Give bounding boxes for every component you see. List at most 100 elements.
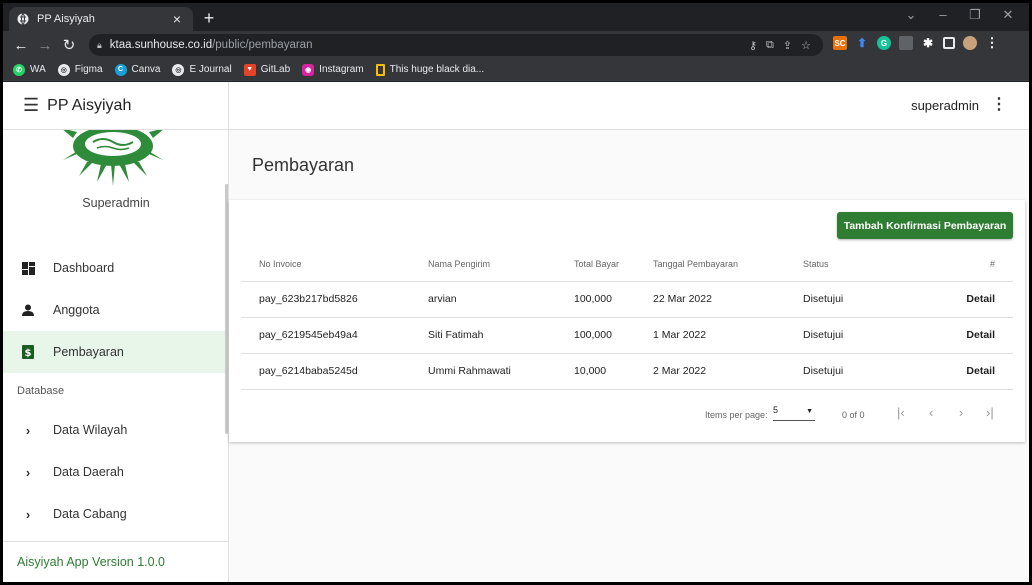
column-header[interactable]: Total Bayar	[574, 247, 653, 282]
key-icon[interactable]: ⚷	[749, 39, 757, 52]
app-header-left: ☰ PP Aisyiyah	[3, 82, 229, 130]
main-content: Pembayaran Tambah Konfirmasi Pembayaran …	[229, 130, 1029, 582]
translate-icon[interactable]: ⧉	[766, 39, 774, 52]
bookmark-item[interactable]: ◉ Instagram	[302, 63, 364, 76]
paginator: Items per page: 5 ▼ 0 of 0 |‹ ‹ › ›|	[229, 397, 1025, 433]
table-row: pay_6219545eb49a4 Siti Fatimah 100,000 1…	[241, 317, 1013, 354]
next-page-icon[interactable]: ›	[959, 405, 963, 420]
bookmarks-bar: ✆ WA ◎ Figma C Canva ◎ E Journal ▼ GitLab ◉ In…	[3, 59, 1029, 81]
person-icon	[21, 304, 35, 316]
column-header[interactable]: No Invoice	[241, 247, 428, 282]
previous-page-icon[interactable]: ‹	[929, 405, 933, 420]
sidebar-item-pembayaran[interactable]: $ Pembayaran	[3, 331, 225, 373]
sidebar-item-label: Data Cabang	[53, 507, 127, 521]
sidebar-item-label: Data Wilayah	[53, 423, 128, 437]
bookmark-icon	[375, 63, 385, 76]
grammarly-icon[interactable]: G	[877, 36, 891, 50]
sidebar-item-anggota[interactable]: Anggota	[3, 289, 225, 331]
globe-icon	[17, 13, 29, 25]
payment-icon: $	[21, 345, 35, 359]
column-header[interactable]: Tanggal Pembayaran	[653, 247, 803, 282]
chevron-right-icon: ›	[25, 506, 31, 522]
total-cell: 100,000	[574, 317, 653, 354]
payments-table: No Invoice Nama Pengirim Total Bayar Tan…	[241, 247, 1013, 390]
close-tab-icon[interactable]: ×	[169, 11, 185, 27]
maximize-button[interactable]: ❐	[960, 7, 990, 23]
globe-icon: ◎	[172, 63, 185, 76]
reload-icon[interactable]: ↻	[57, 36, 81, 54]
detail-link[interactable]: Detail	[923, 317, 1013, 354]
sidebar-item-label: Pembayaran	[53, 345, 124, 359]
aisyiyah-logo	[53, 130, 173, 186]
column-header[interactable]: Nama Pengirim	[428, 247, 574, 282]
back-icon[interactable]: ←	[9, 37, 33, 54]
bookmark-item[interactable]: C Canva	[114, 63, 160, 76]
browser-tab[interactable]: PP Aisyiyah ×	[9, 7, 193, 31]
user-name[interactable]: superadmin	[911, 98, 979, 113]
dashboard-icon	[21, 261, 35, 275]
page-title: Pembayaran	[252, 155, 355, 175]
invoice-cell: pay_623b217bd5826	[241, 281, 428, 318]
puzzle-icon[interactable]: ✱	[921, 36, 935, 50]
date-cell: 22 Mar 2022	[653, 281, 803, 318]
page-size-value: 5	[773, 405, 779, 415]
invoice-cell: pay_6214baba5245d	[241, 353, 428, 390]
tab-strip: PP Aisyiyah × + ⌄ – ❐ ✕	[3, 3, 1029, 31]
forward-icon[interactable]: →	[33, 37, 57, 54]
column-header[interactable]: Status	[803, 247, 923, 282]
items-per-page-label: Items per page:	[705, 410, 768, 420]
sidepanel-icon[interactable]	[943, 37, 955, 49]
svg-text:$: $	[25, 348, 32, 359]
sc-extension-icon[interactable]: SC	[833, 36, 847, 50]
window-close-button[interactable]: ✕	[993, 7, 1023, 23]
bookmark-item[interactable]: ◎ E Journal	[172, 63, 232, 76]
sidebar-item-data-wilayah[interactable]: › Data Wilayah	[3, 409, 225, 451]
sidebar-item-data-cabang[interactable]: › Data Cabang	[3, 493, 225, 535]
total-cell: 10,000	[574, 353, 653, 390]
column-header: #	[923, 247, 1013, 282]
app-title: PP Aisyiyah	[47, 96, 132, 114]
bookmark-item[interactable]: ◎ Figma	[57, 63, 103, 76]
more-vert-icon[interactable]: ⋮	[991, 94, 1007, 114]
detail-link[interactable]: Detail	[923, 353, 1013, 390]
date-cell: 2 Mar 2022	[653, 353, 803, 390]
bookmark-item[interactable]: This huge black dia...	[375, 63, 484, 76]
app-version: Aisyiyah App Version 1.0.0	[3, 541, 228, 582]
browser-menu-icon[interactable]: ⋮	[985, 35, 999, 50]
profile-avatar-icon[interactable]	[963, 36, 977, 50]
sender-cell: arvian	[428, 281, 574, 318]
status-cell: Disetujui	[803, 281, 923, 318]
share-icon[interactable]: ⇪	[783, 39, 792, 52]
lock-icon: 🔒︎	[97, 39, 102, 50]
tab-search-icon[interactable]: ⌄	[896, 7, 926, 23]
sidebar-item-data-daerah[interactable]: › Data Daerah	[3, 451, 225, 493]
sidebar-item-label: Dashboard	[53, 261, 115, 275]
page-size-select[interactable]: 5 ▼	[773, 405, 815, 421]
shield-extension-icon[interactable]: ⬆	[855, 36, 869, 50]
menu-icon[interactable]: ☰	[23, 95, 39, 116]
user-role: Superadmin	[82, 196, 150, 210]
url-host: ktaa.sunhouse.co.id	[109, 39, 213, 51]
bookmark-item[interactable]: ✆ WA	[13, 63, 46, 76]
detail-link[interactable]: Detail	[923, 281, 1013, 318]
bookmark-item[interactable]: ▼ GitLab	[243, 63, 290, 76]
canva-icon: C	[114, 63, 127, 76]
table-row: pay_623b217bd5826 arvian 100,000 22 Mar …	[241, 281, 1013, 318]
extension-icon[interactable]	[899, 36, 913, 50]
chevron-right-icon: ›	[25, 464, 31, 480]
last-page-icon[interactable]: ›|	[986, 405, 994, 420]
minimize-button[interactable]: –	[928, 7, 958, 22]
total-cell: 100,000	[574, 281, 653, 318]
add-payment-confirmation-button[interactable]: Tambah Konfirmasi Pembayaran	[837, 212, 1013, 239]
tab-title: PP Aisyiyah	[37, 13, 95, 25]
sender-cell: Ummi Rahmawati	[428, 353, 574, 390]
address-bar[interactable]: 🔒︎ ktaa.sunhouse.co.id/public/pembayaran…	[89, 34, 823, 56]
sidebar-item-dashboard[interactable]: Dashboard	[3, 247, 225, 289]
new-tab-button[interactable]: +	[199, 8, 219, 29]
sender-cell: Siti Fatimah	[428, 317, 574, 354]
star-icon[interactable]: ☆	[801, 39, 811, 52]
chevron-right-icon: ›	[25, 422, 31, 438]
first-page-icon[interactable]: |‹	[897, 405, 905, 420]
invoice-cell: pay_6219545eb49a4	[241, 317, 428, 354]
status-cell: Disetujui	[803, 317, 923, 354]
